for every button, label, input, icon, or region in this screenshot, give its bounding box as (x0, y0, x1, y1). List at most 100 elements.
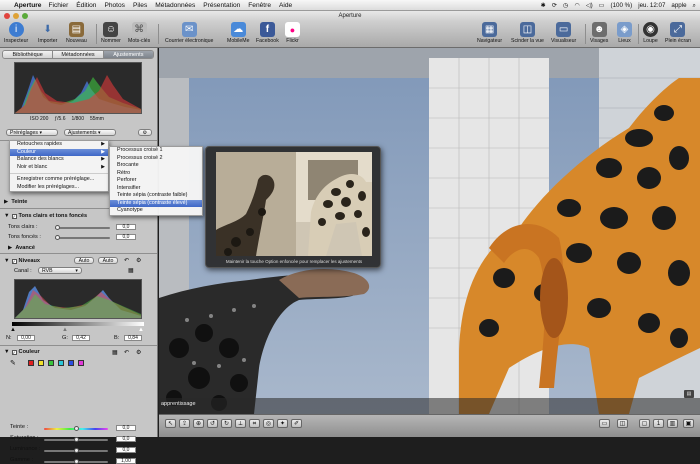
bluetooth-icon[interactable]: ✱ (541, 2, 546, 9)
menu-metadonnees[interactable]: Métadonnées (155, 2, 195, 9)
menu-presentation[interactable]: Présentation (203, 2, 240, 9)
levels-gamma-value[interactable]: 0,42 (72, 335, 90, 341)
viewer-button[interactable]: ▭ Visualiseur (551, 22, 576, 44)
slider-knob[interactable] (74, 459, 79, 464)
inspector-button[interactable]: i Inspecteur (4, 22, 28, 44)
browser-button[interactable]: ▦ Navigateur (477, 22, 502, 44)
menu-item-sepia-eleve[interactable]: Teinte sépia (contraste élevé) (110, 199, 202, 207)
hue-slider[interactable] (44, 426, 108, 431)
hue-value[interactable]: 0,0 (116, 425, 136, 431)
wifi-icon[interactable]: ◠ (574, 2, 579, 9)
places-button[interactable]: ◈ Lieux (617, 22, 632, 44)
straighten-icon[interactable]: ⟂ (235, 419, 246, 428)
color-swatch[interactable] (78, 360, 84, 366)
color-swatch[interactable] (28, 360, 34, 366)
minimize-window-button[interactable] (13, 13, 19, 19)
spotlight-icon[interactable]: ⌕ (693, 2, 696, 10)
app-menu[interactable]: Aperture (14, 2, 41, 9)
facebook-share-button[interactable]: f Facebook (256, 22, 279, 44)
shadows-section-header[interactable]: ▼ ✓ Tons clairs et tons foncés (4, 213, 87, 219)
presets-popup[interactable]: Préréglages ▾ (6, 129, 58, 136)
split-mode-icon[interactable]: ◫ (617, 419, 628, 428)
saturation-slider[interactable] (44, 437, 108, 442)
menu-aide[interactable]: Aide (279, 2, 292, 9)
menu-edition[interactable]: Édition (76, 2, 96, 9)
spot-patch-icon[interactable]: ✦ (277, 419, 288, 428)
new-button[interactable]: ▤ Nouveau (66, 22, 87, 44)
menu-item-save-preset[interactable]: Enregistrer comme préréglage... (10, 176, 108, 184)
faces-button[interactable]: ☻ Visages (590, 22, 608, 44)
tons-clairs-value[interactable]: 0,0 (116, 224, 136, 230)
keywords-button[interactable]: ⌘ Mots-clés (128, 22, 150, 44)
sync-icon[interactable]: ⟳ (552, 2, 557, 9)
menu-item-perforer[interactable]: Perforer (110, 177, 202, 185)
eyedropper-icon[interactable]: ✎ (10, 359, 16, 367)
crop-icon[interactable]: ⌗ (249, 419, 260, 428)
select-tool-icon[interactable]: ↖ (165, 419, 176, 428)
menu-fenetre[interactable]: Fenêtre (248, 2, 271, 9)
levels-auto-luminance-button[interactable]: Auto (98, 257, 118, 264)
canal-popup[interactable]: RVB ▾ (38, 267, 82, 274)
rotate-right-icon[interactable]: ↻ (221, 419, 232, 428)
menu-photos[interactable]: Photos (104, 2, 125, 9)
color-swatch[interactable] (58, 360, 64, 366)
range-slider[interactable] (44, 459, 108, 464)
menu-item-retouches[interactable]: Retouches rapides ▶ (10, 141, 108, 149)
import-button[interactable]: ⬇ Importer (38, 22, 57, 44)
email-share-button[interactable]: ✉ Courrier électronique (165, 22, 213, 44)
gear-icon[interactable]: ⚙ (136, 349, 141, 356)
color-swatch[interactable] (68, 360, 74, 366)
gamma-handle[interactable]: ▲ (62, 327, 68, 333)
luminance-value[interactable]: 0,0 (116, 447, 136, 453)
full-view-icon[interactable]: ▣ (683, 419, 694, 428)
battery-icon[interactable]: ▭ (599, 2, 605, 9)
menu-item-intensifier[interactable]: Intensifier (110, 185, 202, 193)
black-point-handle[interactable]: ▲ (10, 327, 16, 333)
white-point-handle[interactable]: ▲ (138, 327, 144, 333)
loupe-button[interactable]: ◉ Loupe (643, 22, 658, 44)
slider-knob[interactable] (55, 225, 60, 230)
menu-item-noir-blanc[interactable]: Noir et blanc ▶ (10, 164, 108, 172)
reset-icon[interactable]: ↶ (124, 349, 129, 356)
levels-black-value[interactable]: 0,00 (17, 335, 35, 341)
levels-white-value[interactable]: 0,84 (124, 335, 142, 341)
reset-icon[interactable]: ↶ (124, 257, 129, 264)
checkbox-checked-icon[interactable]: ✓ (11, 213, 17, 219)
levels-section-header[interactable]: ▼ ✓ Niveaux (4, 258, 40, 264)
tons-fonces-value[interactable]: 0,0 (116, 234, 136, 240)
volume-icon[interactable]: ◁) (586, 2, 593, 9)
menu-item-processus-1[interactable]: Processus croisé 1 (110, 147, 202, 155)
tab-metadonnees[interactable]: Métadonnées (53, 51, 104, 58)
single-view-icon[interactable]: ▢ (639, 419, 650, 428)
menu-item-brocante[interactable]: Brocante (110, 162, 202, 170)
menu-fichier[interactable]: Fichier (48, 2, 68, 9)
menu-item-edit-presets[interactable]: Modifier les préréglages... (10, 184, 108, 192)
menu-piles[interactable]: Piles (133, 2, 147, 9)
color-swatch[interactable] (38, 360, 44, 366)
levels-options-icon[interactable]: ▦ (128, 267, 134, 274)
tons-fonces-slider[interactable] (55, 235, 110, 240)
tab-ajustements[interactable]: Ajustements (103, 51, 153, 58)
multiple-view-icon[interactable]: ▥ (667, 419, 678, 428)
checkbox-checked-icon[interactable]: ✓ (11, 349, 17, 355)
rotate-left-icon[interactable]: ↺ (207, 419, 218, 428)
split-view-button[interactable]: ◫ Scinder la vue (511, 22, 544, 44)
primary-only-icon[interactable]: 1 (653, 419, 664, 428)
viewer-mode-icon[interactable]: ▭ (599, 419, 610, 428)
checkbox-checked-icon[interactable]: ✓ (11, 258, 17, 264)
color-section-header[interactable]: ▼ ✓ Couleur (4, 349, 40, 355)
adjustments-popup[interactable]: Ajustements ▾ (64, 129, 116, 136)
name-button[interactable]: ☺ Nommer (101, 22, 121, 44)
levels-auto-button[interactable]: Auto (74, 257, 94, 264)
fullscreen-button[interactable]: ⤢ Plein écran (665, 22, 691, 44)
slider-knob[interactable] (74, 448, 79, 453)
slider-knob[interactable] (55, 235, 60, 240)
mobileme-share-button[interactable]: ☁ MobileMe (227, 22, 250, 44)
menu-item-retro[interactable]: Rétro (110, 170, 202, 178)
user-menu[interactable]: apple (671, 2, 686, 9)
slider-knob[interactable] (74, 426, 79, 431)
lift-tool-icon[interactable]: ⇪ (179, 419, 190, 428)
color-swatch[interactable] (48, 360, 54, 366)
menu-item-couleur[interactable]: Couleur ▶ (10, 148, 108, 156)
menu-item-cyanotype[interactable]: Cyanotype (110, 207, 202, 215)
